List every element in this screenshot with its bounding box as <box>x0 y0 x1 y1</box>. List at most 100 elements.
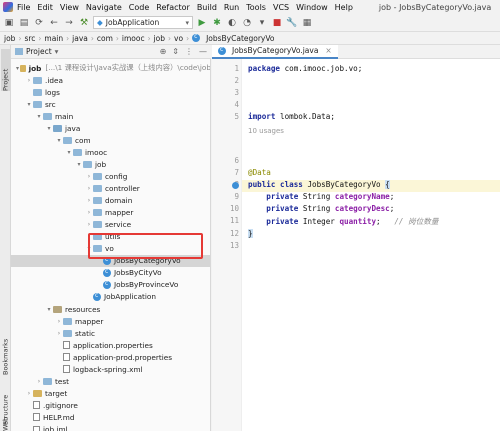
run-icon[interactable]: ▶ <box>196 17 208 29</box>
breadcrumb-item[interactable]: imooc <box>122 34 145 43</box>
tree-node[interactable]: JobsByProvinceVo <box>11 279 210 291</box>
back-icon[interactable]: ← <box>48 17 60 29</box>
tree-node[interactable]: application-prod.properties <box>11 351 210 363</box>
breadcrumb-item[interactable]: JobsByCategoryVo <box>206 34 274 43</box>
project-panel-header: Project ▾ ⊕ ⇕ ⋮ — <box>11 45 211 59</box>
tree-node[interactable]: › target <box>11 387 210 399</box>
menu-view[interactable]: View <box>60 3 79 12</box>
chevron-right-icon[interactable]: › <box>85 197 93 204</box>
structure-icon[interactable]: ▦ <box>301 17 313 29</box>
run-config-icon: ◆ <box>97 18 103 27</box>
collapse-all-icon[interactable]: ⇕ <box>172 47 179 56</box>
implemented-marker-icon[interactable] <box>232 182 239 189</box>
tree-node-label: job <box>28 63 42 73</box>
forward-icon[interactable]: → <box>63 17 75 29</box>
chevron-right-icon[interactable]: › <box>35 378 43 385</box>
menu-run[interactable]: Run <box>224 3 239 12</box>
tree-node[interactable]: ▾ com <box>11 134 210 146</box>
menu-tools[interactable]: Tools <box>246 3 266 12</box>
chevron-down-icon[interactable]: ▾ <box>25 101 33 108</box>
tree-node[interactable]: JobsByCityVo <box>11 267 210 279</box>
chevron-right-icon[interactable]: › <box>85 173 93 180</box>
run-configuration-selector[interactable]: ◆ JobApplication ▾ <box>93 16 193 29</box>
breadcrumb-item[interactable]: job <box>4 34 15 43</box>
menu-navigate[interactable]: Navigate <box>86 3 122 12</box>
tree-node[interactable]: › .idea <box>11 74 210 86</box>
tree-node[interactable]: JobApplication <box>11 291 210 303</box>
breadcrumb-item[interactable]: job <box>154 34 165 43</box>
chevron-right-icon[interactable]: › <box>85 209 93 216</box>
tree-node[interactable]: ▾ job <box>11 158 210 170</box>
chevron-down-icon[interactable]: ▾ <box>55 47 59 56</box>
breadcrumb-item[interactable]: com <box>97 34 113 43</box>
tree-node[interactable]: › controller <box>11 183 210 195</box>
settings-wrench-icon[interactable]: 🔧 <box>286 17 298 29</box>
usages-hint[interactable]: 10 usages <box>248 127 284 135</box>
project-tool-tab[interactable]: Project <box>1 49 10 91</box>
menu-window[interactable]: Window <box>296 3 328 12</box>
menu-file[interactable]: File <box>17 3 30 12</box>
tree-node[interactable]: ▾ imooc <box>11 146 210 158</box>
chevron-right-icon[interactable]: › <box>25 390 33 397</box>
tree-node[interactable]: › domain <box>11 195 210 207</box>
bookmarks-tool-tab[interactable]: Bookmarks <box>1 315 10 375</box>
line-number: 6 <box>234 156 239 165</box>
tree-node[interactable]: › service <box>11 219 210 231</box>
tree-node[interactable]: ▾ src <box>11 98 210 110</box>
chevron-right-icon[interactable]: › <box>55 318 63 325</box>
tree-node[interactable]: job.iml <box>11 424 210 431</box>
chevron-down-icon[interactable]: ▾ <box>65 149 73 156</box>
chevron-down-icon[interactable]: ▾ <box>55 137 63 144</box>
more-run-icon[interactable]: ▾ <box>256 17 268 29</box>
tree-node[interactable]: application.properties <box>11 339 210 351</box>
chevron-right-icon[interactable]: › <box>85 185 93 192</box>
tree-node[interactable]: .gitignore <box>11 399 210 411</box>
tree-node[interactable]: ▾ main <box>11 110 210 122</box>
debug-icon[interactable]: ✱ <box>211 17 223 29</box>
tree-node[interactable]: HELP.md <box>11 411 210 423</box>
breadcrumb-item[interactable]: main <box>44 34 63 43</box>
tree-node[interactable]: logback-spring.xml <box>11 363 210 375</box>
breadcrumb-item[interactable]: vo <box>174 34 183 43</box>
profile-icon[interactable]: ◔ <box>241 17 253 29</box>
tree-node[interactable]: logs <box>11 86 210 98</box>
tree-node[interactable]: ▾ resources <box>11 303 210 315</box>
chevron-down-icon[interactable]: ▾ <box>75 161 83 168</box>
tree-node[interactable]: › mapper <box>11 207 210 219</box>
menu-build[interactable]: Build <box>197 3 217 12</box>
breadcrumb-item[interactable]: src <box>24 34 35 43</box>
menu-code[interactable]: Code <box>129 3 149 12</box>
tree-node[interactable]: ▾ job [...\1 课程设计\Java实战课（上线内容）\code\job <box>11 62 210 74</box>
hammer-build-icon[interactable]: ⚒ <box>78 17 90 29</box>
tree-node[interactable]: ▾ java <box>11 122 210 134</box>
tree-node[interactable]: › test <box>11 375 210 387</box>
hide-icon[interactable]: — <box>199 47 207 56</box>
tab-jobsbycategoryvo[interactable]: JobsByCategoryVo.java × <box>212 44 338 59</box>
project-panel-title[interactable]: Project <box>26 47 52 56</box>
tree-node[interactable]: › static <box>11 327 210 339</box>
tree-node[interactable]: › mapper <box>11 315 210 327</box>
code-editor[interactable]: 10 usages package com.imooc.job.vo; import… <box>242 59 500 431</box>
open-folder-icon[interactable]: ▣ <box>3 17 15 29</box>
save-all-icon[interactable]: ▤ <box>18 17 30 29</box>
chevron-down-icon[interactable]: ▾ <box>45 125 53 132</box>
folder-icon <box>63 136 72 144</box>
chevron-right-icon[interactable]: › <box>25 77 33 84</box>
breadcrumb-item[interactable]: java <box>72 34 88 43</box>
sync-icon[interactable]: ⟳ <box>33 17 45 29</box>
menu-vcs[interactable]: VCS <box>273 3 289 12</box>
chevron-down-icon[interactable]: ▾ <box>45 306 53 313</box>
locate-icon[interactable]: ⊕ <box>160 47 167 56</box>
web-tool-tab[interactable]: Web <box>1 417 10 431</box>
close-icon[interactable]: × <box>325 46 331 55</box>
tree-node[interactable]: › config <box>11 170 210 182</box>
chevron-right-icon[interactable]: › <box>55 330 63 337</box>
chevron-down-icon[interactable]: ▾ <box>35 113 43 120</box>
options-icon[interactable]: ⋮ <box>185 47 193 56</box>
stop-icon[interactable]: ■ <box>271 17 283 29</box>
coverage-icon[interactable]: ◐ <box>226 17 238 29</box>
chevron-right-icon[interactable]: › <box>85 221 93 228</box>
menu-refactor[interactable]: Refactor <box>156 3 190 12</box>
menu-help[interactable]: Help <box>335 3 353 12</box>
menu-edit[interactable]: Edit <box>37 3 53 12</box>
